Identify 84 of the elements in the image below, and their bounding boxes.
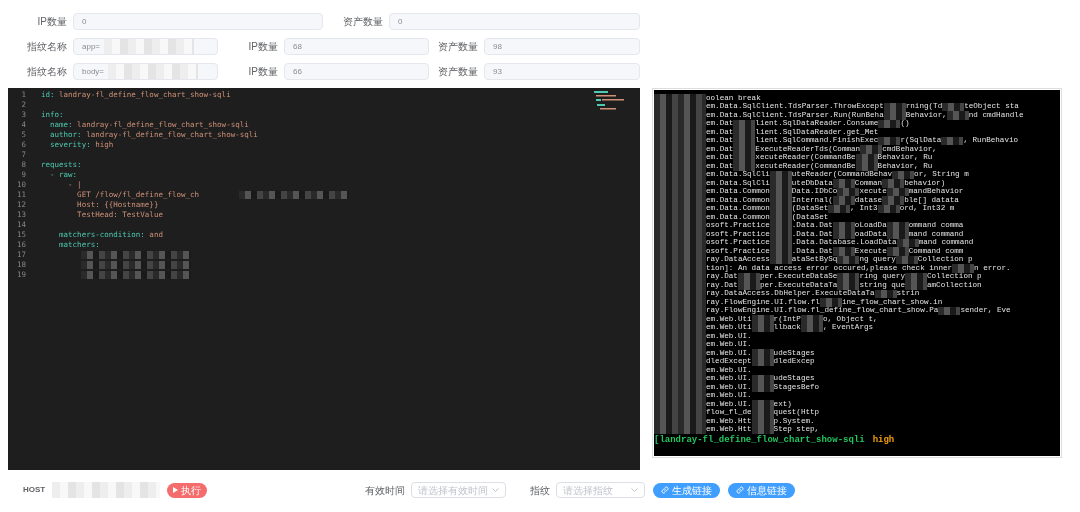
mosaic-block: [751, 400, 774, 409]
mosaic-block: [769, 170, 792, 179]
field-label: 有效时间: [365, 483, 405, 498]
mosaic-block: [837, 281, 860, 290]
mosaic-block: [733, 162, 756, 171]
link-button[interactable]: 信息链接: [728, 482, 795, 498]
mosaic-block: [878, 136, 901, 145]
input-field[interactable]: app=: [73, 38, 218, 55]
chevron-down-icon: [631, 488, 638, 492]
field-label: 资产数量: [437, 65, 479, 79]
mosaic-block: [800, 315, 823, 324]
mosaic-block: [942, 102, 965, 111]
field-label: 指纹名称: [26, 65, 68, 79]
mosaic-block: [769, 255, 792, 264]
mosaic-block: [751, 349, 774, 358]
mosaic-block: [892, 170, 915, 179]
input-field[interactable]: 66: [284, 63, 429, 80]
mosaic-block: [737, 281, 760, 290]
mosaic-block: [946, 111, 969, 120]
mosaic-block: [886, 230, 909, 239]
prompt-text: [landray-fl_define_flow_chart_show-sqli: [654, 434, 865, 448]
mosaic-block: [886, 221, 909, 230]
mosaic-block: [837, 272, 860, 281]
mosaic-block: [751, 323, 774, 332]
mosaic-block: [751, 357, 774, 366]
mosaic-block: [654, 94, 706, 103]
mosaic-block: [877, 204, 900, 213]
mosaic-block: [904, 272, 927, 281]
mosaic-block: [883, 111, 906, 120]
mosaic-block: [896, 238, 919, 247]
mosaic-block: [882, 196, 905, 205]
mosaic-block: [800, 323, 823, 332]
mosaic-block: [874, 289, 897, 298]
mosaic-block: [828, 204, 851, 213]
mosaic-block: [751, 425, 774, 434]
field-label: 指纹: [530, 483, 550, 498]
code-editor[interactable]: [8, 88, 640, 470]
input-field[interactable]: 0: [73, 13, 323, 30]
play-icon: [173, 487, 178, 493]
mosaic-block: [878, 119, 901, 128]
run-button[interactable]: 执行: [167, 482, 207, 498]
field-label: IP数量: [36, 15, 68, 29]
mosaic-block: [832, 196, 855, 205]
mosaic-block: [751, 315, 774, 324]
mosaic-block: [855, 162, 878, 171]
prompt-text: high: [872, 434, 895, 448]
mosaic-block: [941, 136, 964, 145]
chevron-down-icon: [492, 488, 499, 492]
field-label: IP数量: [247, 65, 279, 79]
host-label: HOST: [23, 484, 47, 496]
mosaic-block: [952, 264, 975, 273]
mosaic-block: [751, 383, 774, 392]
mosaic-block: [886, 247, 909, 256]
field-label: IP数量: [247, 40, 279, 54]
input-field[interactable]: 98: [484, 38, 640, 55]
mosaic-block: [832, 230, 855, 239]
mosaic-block: [895, 255, 918, 264]
link-button[interactable]: 生成链接: [653, 482, 720, 498]
mosaic-block: [751, 374, 774, 383]
mosaic-block: [832, 179, 855, 188]
mosaic-block: [654, 425, 706, 434]
mosaic-block: [855, 153, 878, 162]
mosaic-block: [837, 255, 860, 264]
mosaic-block: [733, 119, 756, 128]
input-field[interactable]: 68: [284, 38, 429, 55]
mosaic-block: [886, 187, 909, 196]
mosaic-block: [938, 306, 961, 315]
mosaic-block: [883, 102, 906, 111]
mosaic-block: [819, 298, 842, 307]
link-icon: [736, 486, 744, 494]
mosaic-block: [904, 281, 927, 290]
input-field[interactable]: 93: [484, 63, 640, 80]
input-field[interactable]: body=: [73, 63, 218, 80]
mosaic-block: [837, 187, 860, 196]
mosaic-block: [882, 179, 905, 188]
field-label: 资产数量: [342, 15, 384, 29]
mosaic-block: [737, 272, 760, 281]
mosaic-block: [832, 247, 855, 256]
mosaic-block: [832, 221, 855, 230]
field-label: 资产数量: [437, 40, 479, 54]
field-label: 指纹名称: [26, 40, 68, 54]
link-icon: [661, 486, 669, 494]
mosaic-block: [860, 145, 883, 154]
input-field[interactable]: 0: [389, 13, 640, 30]
